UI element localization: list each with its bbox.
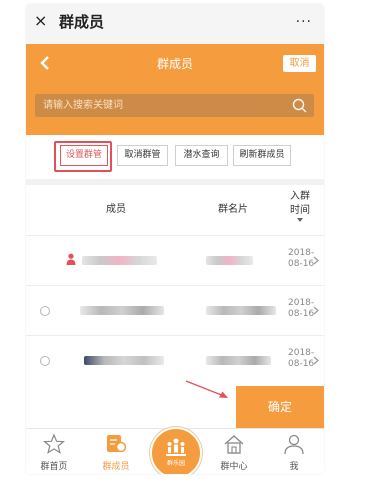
cancel-button[interactable]: 取消 xyxy=(283,55,316,72)
tab-label: 群成员 xyxy=(102,462,130,472)
page-header: 群成员 取消 请输入搜索关键词 xyxy=(26,44,324,135)
column-join-time-line2[interactable]: 时间 xyxy=(290,204,310,217)
select-radio[interactable] xyxy=(40,306,50,316)
member-row[interactable]: 2018- 08-16 xyxy=(26,235,324,286)
tab-group-center[interactable]: 群中心 xyxy=(206,429,262,474)
member-row[interactable]: 2018- 08-16 xyxy=(26,285,324,336)
action-buttons: 设置群管 取消群管 潜水查询 刷新群成员 xyxy=(26,135,324,179)
chevron-right-icon xyxy=(313,306,319,315)
tab-me[interactable]: 我 xyxy=(266,429,322,474)
remove-admin-button[interactable]: 取消群管 xyxy=(117,145,168,166)
crowd-icon xyxy=(166,438,186,456)
card-name-blurred xyxy=(206,306,276,315)
members-icon xyxy=(107,435,127,453)
bottom-tab-bar: 群首页 群成员 群乐园 群中心 我 xyxy=(26,427,324,474)
close-icon[interactable]: × xyxy=(34,12,50,30)
confirm-button[interactable]: 确定 xyxy=(236,386,324,428)
tab-label: 群乐园 xyxy=(166,460,185,467)
member-name-blurred xyxy=(80,306,164,315)
select-radio[interactable] xyxy=(40,356,50,366)
pointer-arrow xyxy=(185,380,228,398)
tab-group-home[interactable]: 群首页 xyxy=(26,429,82,474)
phone-frame: × 群成员 ··· 群成员 取消 请输入搜索关键词 设置群管 取消群管 潜水查询… xyxy=(26,4,324,474)
admin-person-icon xyxy=(66,253,76,265)
search-box[interactable]: 请输入搜索关键词 xyxy=(35,94,314,117)
star-icon xyxy=(43,433,65,454)
window-titlebar: × 群成员 ··· xyxy=(26,4,324,44)
table-header: 成员 群名片 入群 时间 xyxy=(26,185,324,235)
chevron-right-icon xyxy=(313,256,319,265)
join-date: 2018- 08-16 xyxy=(288,248,315,269)
join-date: 2018- 08-16 xyxy=(288,298,315,319)
window-title: 群成员 xyxy=(59,13,105,31)
tab-group-members[interactable]: 群成员 xyxy=(88,429,144,474)
tab-label: 我 xyxy=(289,462,299,472)
member-name-blurred xyxy=(82,256,157,265)
page-title: 群成员 xyxy=(156,57,193,71)
tab-label: 群首页 xyxy=(40,462,68,472)
highlight-box xyxy=(54,141,112,172)
search-icon[interactable] xyxy=(292,98,307,113)
more-menu-icon[interactable]: ··· xyxy=(296,13,312,31)
tab-label: 群中心 xyxy=(220,462,248,472)
column-member: 成员 xyxy=(106,204,126,215)
join-date: 2018- 08-16 xyxy=(288,348,315,369)
house-icon xyxy=(224,435,244,454)
tab-group-park[interactable]: 群乐园 xyxy=(150,427,202,474)
refresh-members-button[interactable]: 刷新群成员 xyxy=(233,145,291,166)
member-row[interactable]: 2018- 08-16 xyxy=(26,335,324,386)
sort-down-icon[interactable] xyxy=(297,218,303,222)
member-name-blurred xyxy=(84,356,164,365)
chevron-right-icon xyxy=(313,356,319,365)
card-name-blurred xyxy=(206,356,271,365)
lurker-query-button[interactable]: 潜水查询 xyxy=(175,145,228,166)
card-name-blurred xyxy=(206,256,253,265)
column-join-time-line1[interactable]: 入群 xyxy=(290,190,310,203)
column-card: 群名片 xyxy=(218,204,248,215)
person-icon xyxy=(284,434,304,455)
search-placeholder: 请输入搜索关键词 xyxy=(43,100,123,111)
